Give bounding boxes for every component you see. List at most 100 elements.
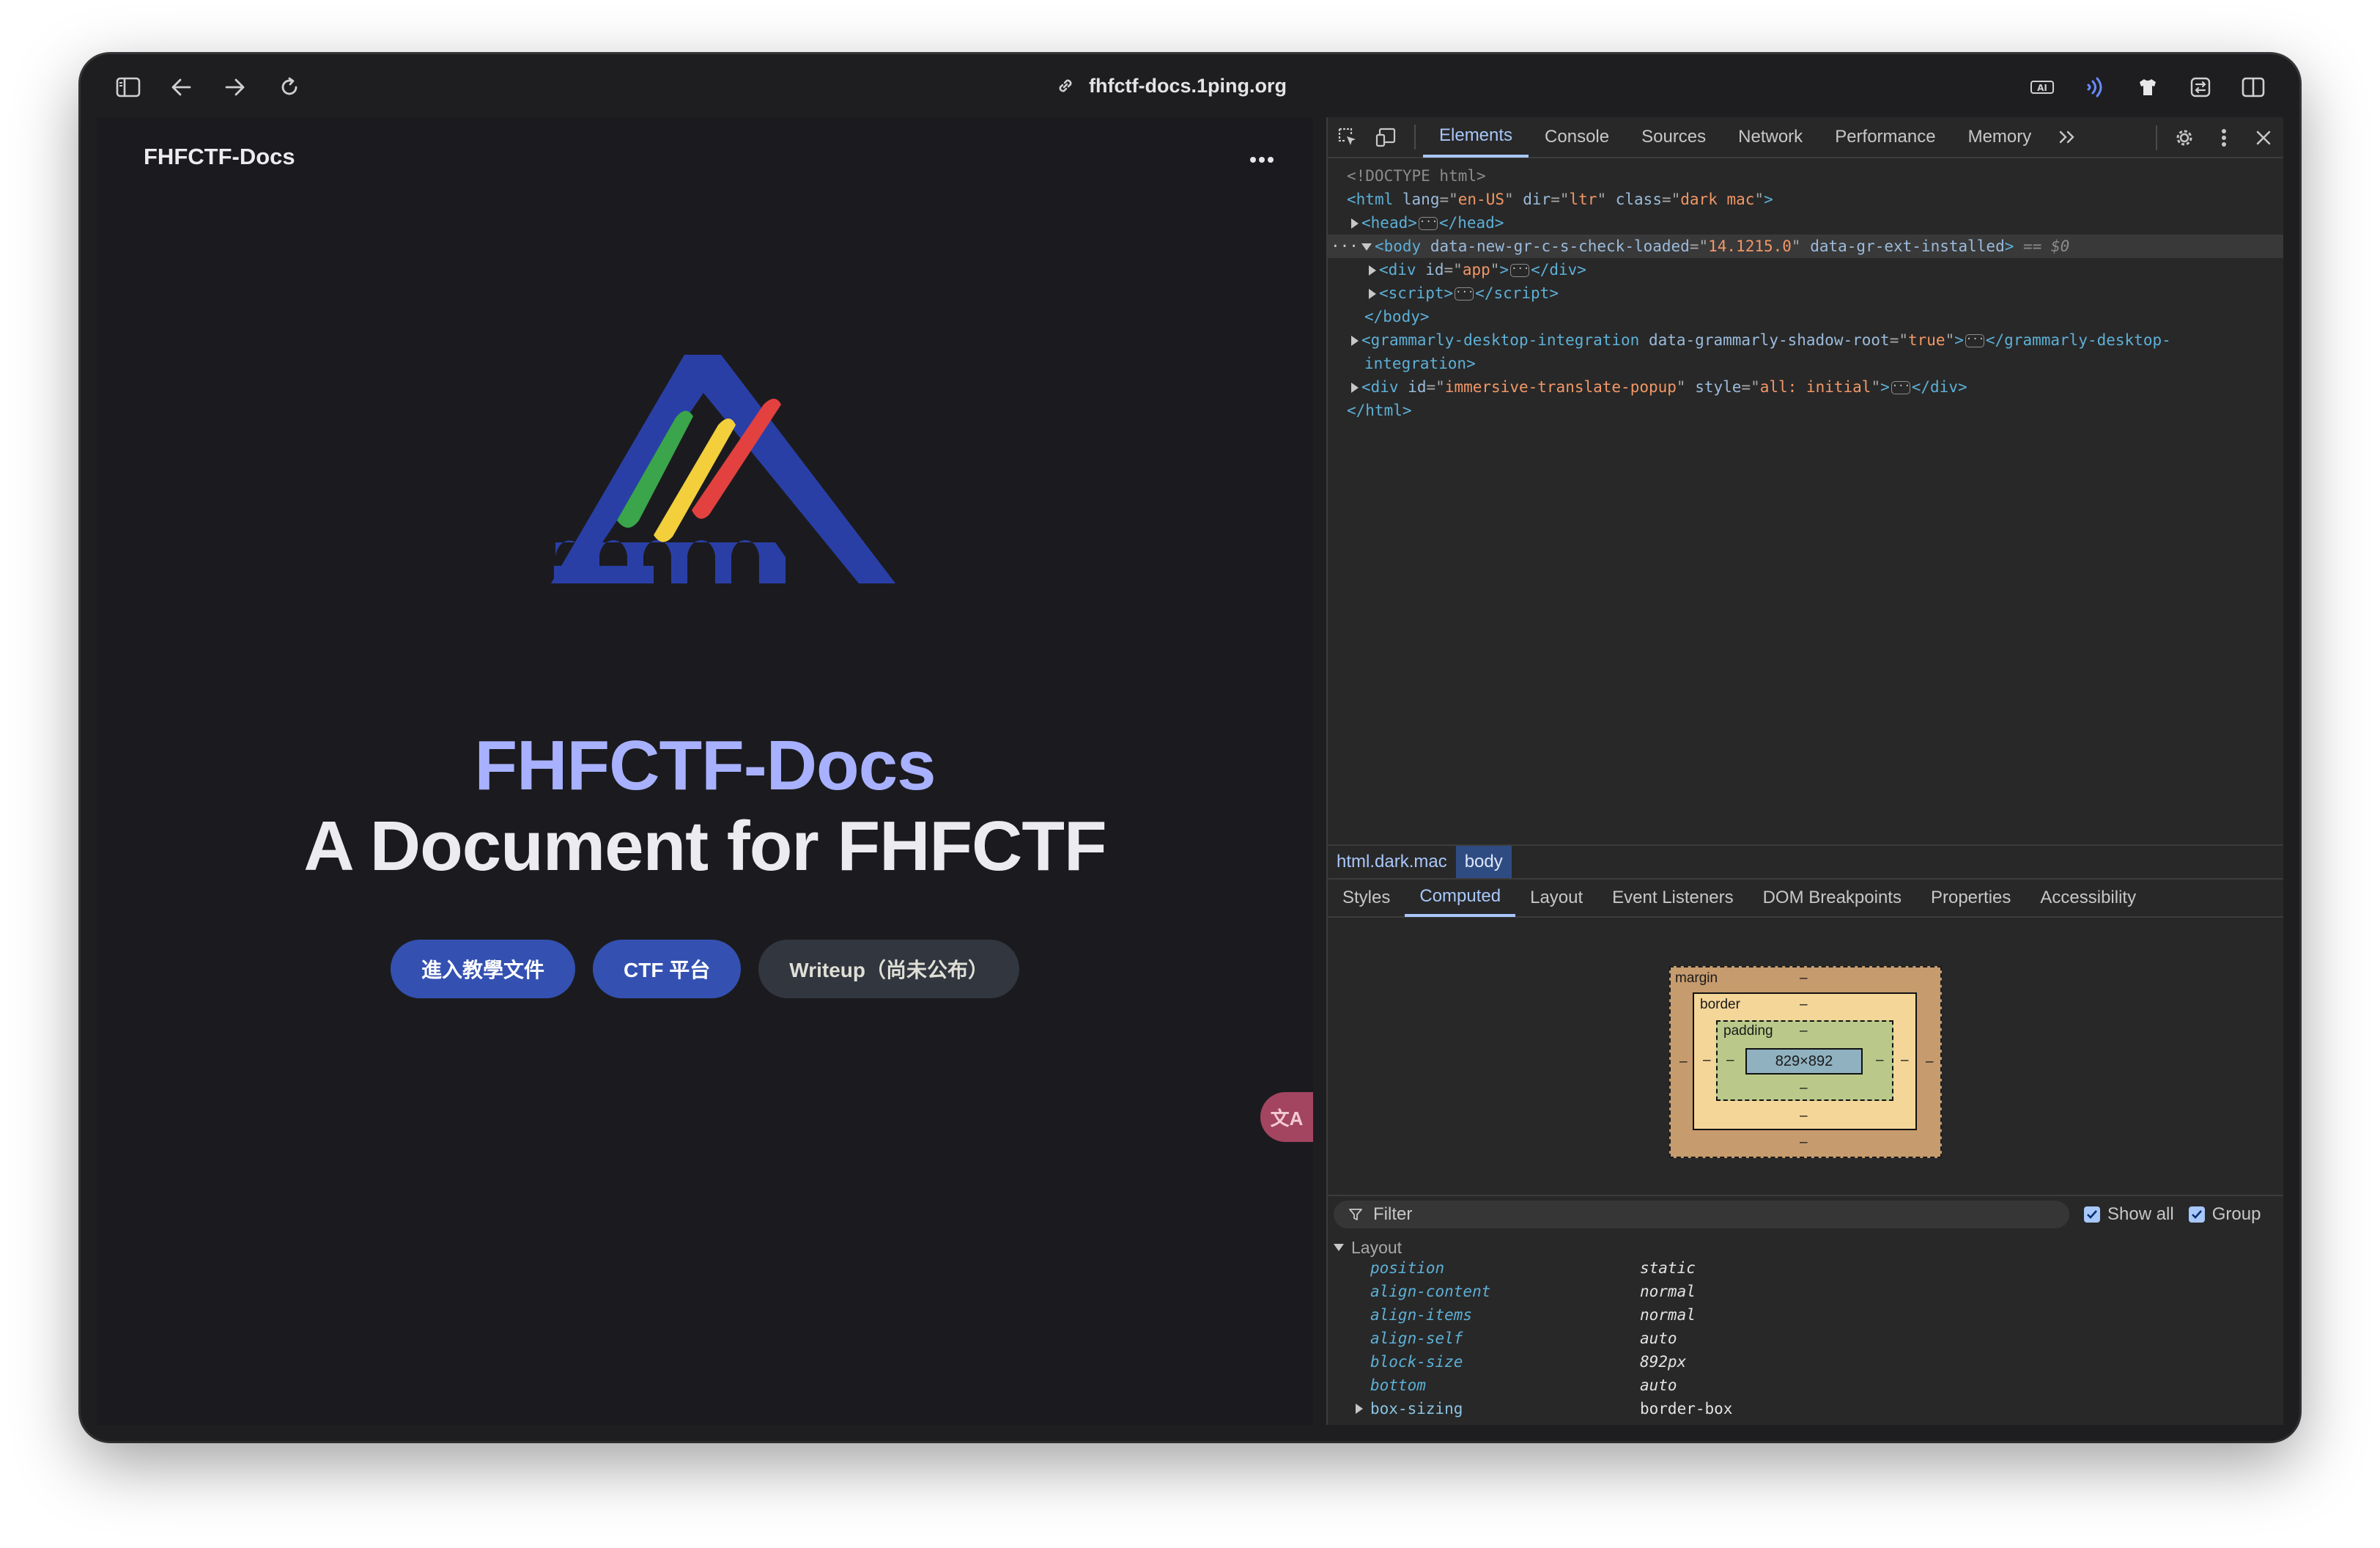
tab-network[interactable]: Network xyxy=(1722,117,1819,158)
computed-property-row[interactable]: align-content normal xyxy=(1328,1280,2283,1303)
border-bottom-value[interactable]: – xyxy=(1800,1108,1808,1124)
dom-node-grammarly[interactable]: <grammarly-desktop-integration data-gram… xyxy=(1328,328,2283,352)
padding-bottom-value[interactable]: – xyxy=(1800,1080,1808,1096)
computed-property-row[interactable]: align-items normal xyxy=(1328,1303,2283,1327)
dom-node-html-close[interactable]: </html> xyxy=(1328,399,2283,422)
collapsed-ellipsis-icon[interactable]: ··· xyxy=(1455,287,1474,301)
tab-console[interactable]: Console xyxy=(1529,117,1625,158)
breadcrumb-html[interactable]: html.dark.mac xyxy=(1328,846,1456,878)
group-checkbox[interactable]: Group xyxy=(2188,1204,2261,1225)
tab-properties[interactable]: Properties xyxy=(1916,879,2025,917)
device-toolbar-icon[interactable] xyxy=(1367,117,1407,158)
dom-node-script[interactable]: <script> ···</script> xyxy=(1328,281,2283,305)
back-arrow-icon[interactable] xyxy=(163,69,199,106)
margin-bottom-value[interactable]: – xyxy=(1800,1135,1808,1151)
tab-dom-breakpoints[interactable]: DOM Breakpoints xyxy=(1748,879,1916,917)
property-value: auto xyxy=(1640,1376,1677,1394)
address-bar[interactable]: fhfctf-docs.1ping.org xyxy=(1055,67,1287,104)
property-name: bottom xyxy=(1370,1376,1426,1394)
expand-triangle-icon[interactable] xyxy=(1369,289,1376,299)
collapsed-ellipsis-icon[interactable]: ··· xyxy=(1510,264,1529,277)
collapsed-ellipsis-icon[interactable]: ··· xyxy=(1418,217,1438,230)
collapsed-ellipsis-icon[interactable]: ··· xyxy=(1891,381,1910,394)
property-value: border-box xyxy=(1640,1400,1733,1418)
dom-node-body[interactable]: ··· <body data-new-gr-c-s-check-loaded="1… xyxy=(1328,235,2283,258)
computed-property-row[interactable]: bottom auto xyxy=(1328,1374,2283,1397)
browser-window: fhfctf-docs.1ping.org AI FHFCTF-Docs FHF… xyxy=(81,54,2299,1441)
floating-translate-icon[interactable]: 文A xyxy=(1260,1092,1313,1142)
tab-divider xyxy=(1414,125,1416,150)
dom-node-translate-popup[interactable]: <div id="immersive-translate-popup" styl… xyxy=(1328,375,2283,399)
kebab-menu-icon[interactable] xyxy=(2204,117,2244,158)
collapse-triangle-icon[interactable] xyxy=(1361,243,1372,251)
close-icon[interactable] xyxy=(2244,117,2283,158)
split-view-icon[interactable] xyxy=(2235,69,2272,106)
inspect-element-icon[interactable] xyxy=(1328,117,1367,158)
tab-layout[interactable]: Layout xyxy=(1515,879,1597,917)
dom-node-div-app[interactable]: <div id="app"> ···</div> xyxy=(1328,258,2283,281)
border-left-value[interactable]: – xyxy=(1703,1053,1711,1069)
margin-left-value[interactable]: – xyxy=(1679,1054,1688,1070)
show-all-checkbox[interactable]: Show all xyxy=(2084,1204,2174,1225)
dom-node-html[interactable]: <html lang="en-US" dir="ltr" class="dark… xyxy=(1328,188,2283,211)
margin-right-value[interactable]: – xyxy=(1926,1054,1934,1070)
site-nav-title[interactable]: FHFCTF-Docs xyxy=(144,144,295,170)
dom-node-body-close[interactable]: </body> xyxy=(1328,305,2283,328)
box-model-border[interactable]: border – – – – padding – – – – 829×892 xyxy=(1693,992,1917,1130)
property-value: normal xyxy=(1640,1306,1696,1324)
tab-computed[interactable]: Computed xyxy=(1405,879,1516,917)
border-top-value[interactable]: – xyxy=(1800,997,1808,1013)
tab-sources[interactable]: Sources xyxy=(1625,117,1722,158)
tab-elements[interactable]: Elements xyxy=(1423,117,1529,158)
dom-node-head[interactable]: <head> ···</head> xyxy=(1328,211,2283,235)
expand-triangle-icon[interactable] xyxy=(1369,265,1376,276)
padding-top-value[interactable]: – xyxy=(1800,1023,1808,1039)
tab-styles[interactable]: Styles xyxy=(1328,879,1405,917)
settings-gear-icon[interactable] xyxy=(2165,117,2204,158)
ctf-platform-button[interactable]: CTF 平台 xyxy=(593,940,742,998)
filter-input[interactable]: Filter xyxy=(1334,1201,2069,1228)
tab-performance[interactable]: Performance xyxy=(1819,117,1951,158)
property-name: clear xyxy=(1370,1420,1416,1425)
computed-property-row[interactable]: position static xyxy=(1328,1256,2283,1280)
tab-accessibility[interactable]: Accessibility xyxy=(2025,879,2151,917)
translate-extension-icon[interactable] xyxy=(2182,69,2219,106)
audio-extension-icon[interactable] xyxy=(2077,69,2113,106)
ai-extension-icon[interactable]: AI xyxy=(2024,69,2061,106)
more-tabs-chevron-icon[interactable] xyxy=(2047,117,2087,158)
layout-group-header[interactable]: Layout xyxy=(1334,1237,1402,1258)
more-options-icon[interactable] xyxy=(1243,145,1280,174)
collapse-triangle-icon[interactable] xyxy=(1334,1244,1344,1251)
margin-top-value[interactable]: – xyxy=(1800,970,1808,987)
computed-property-row[interactable]: box-sizing border-box xyxy=(1328,1397,2283,1420)
computed-property-row[interactable]: clear none xyxy=(1328,1420,2283,1425)
padding-left-value[interactable]: – xyxy=(1726,1053,1734,1069)
docs-button[interactable]: 進入教學文件 xyxy=(391,940,576,998)
tab-memory[interactable]: Memory xyxy=(1952,117,2048,158)
expand-triangle-icon[interactable] xyxy=(1351,218,1359,229)
tab-event-listeners[interactable]: Event Listeners xyxy=(1597,879,1748,917)
expand-triangle-icon[interactable] xyxy=(1351,336,1359,346)
forward-arrow-icon[interactable] xyxy=(217,69,254,106)
reload-icon[interactable] xyxy=(271,69,308,106)
property-value: 892px xyxy=(1640,1353,1687,1371)
hero-actions: 進入教學文件 CTF 平台 Writeup（尚未公布） xyxy=(97,940,1313,998)
box-model-content[interactable]: 829×892 xyxy=(1745,1048,1863,1075)
computed-property-row[interactable]: block-size 892px xyxy=(1328,1350,2283,1374)
writeup-button[interactable]: Writeup（尚未公布） xyxy=(758,940,1019,998)
sidebar-toggle-icon[interactable] xyxy=(110,69,147,106)
box-model-margin[interactable]: margin – – – – border – – – – padding – … xyxy=(1669,966,1942,1158)
computed-property-row[interactable]: align-self auto xyxy=(1328,1327,2283,1350)
collapsed-ellipsis-icon[interactable]: ··· xyxy=(1965,334,1984,347)
border-right-value[interactable]: – xyxy=(1901,1053,1909,1069)
expand-triangle-icon[interactable] xyxy=(1356,1404,1363,1414)
padding-right-value[interactable]: – xyxy=(1876,1053,1884,1069)
box-model-padding[interactable]: padding – – – – 829×892 xyxy=(1716,1020,1893,1101)
shirt-extension-icon[interactable] xyxy=(2129,69,2166,106)
checkbox-checked-icon[interactable] xyxy=(2084,1206,2100,1223)
dom-node-doctype[interactable]: <!DOCTYPE html> xyxy=(1328,164,2283,188)
checkbox-checked-icon[interactable] xyxy=(2188,1206,2205,1223)
breadcrumb-body[interactable]: body xyxy=(1455,846,1512,878)
filter-funnel-icon xyxy=(1349,1209,1362,1220)
expand-triangle-icon[interactable] xyxy=(1351,383,1359,393)
